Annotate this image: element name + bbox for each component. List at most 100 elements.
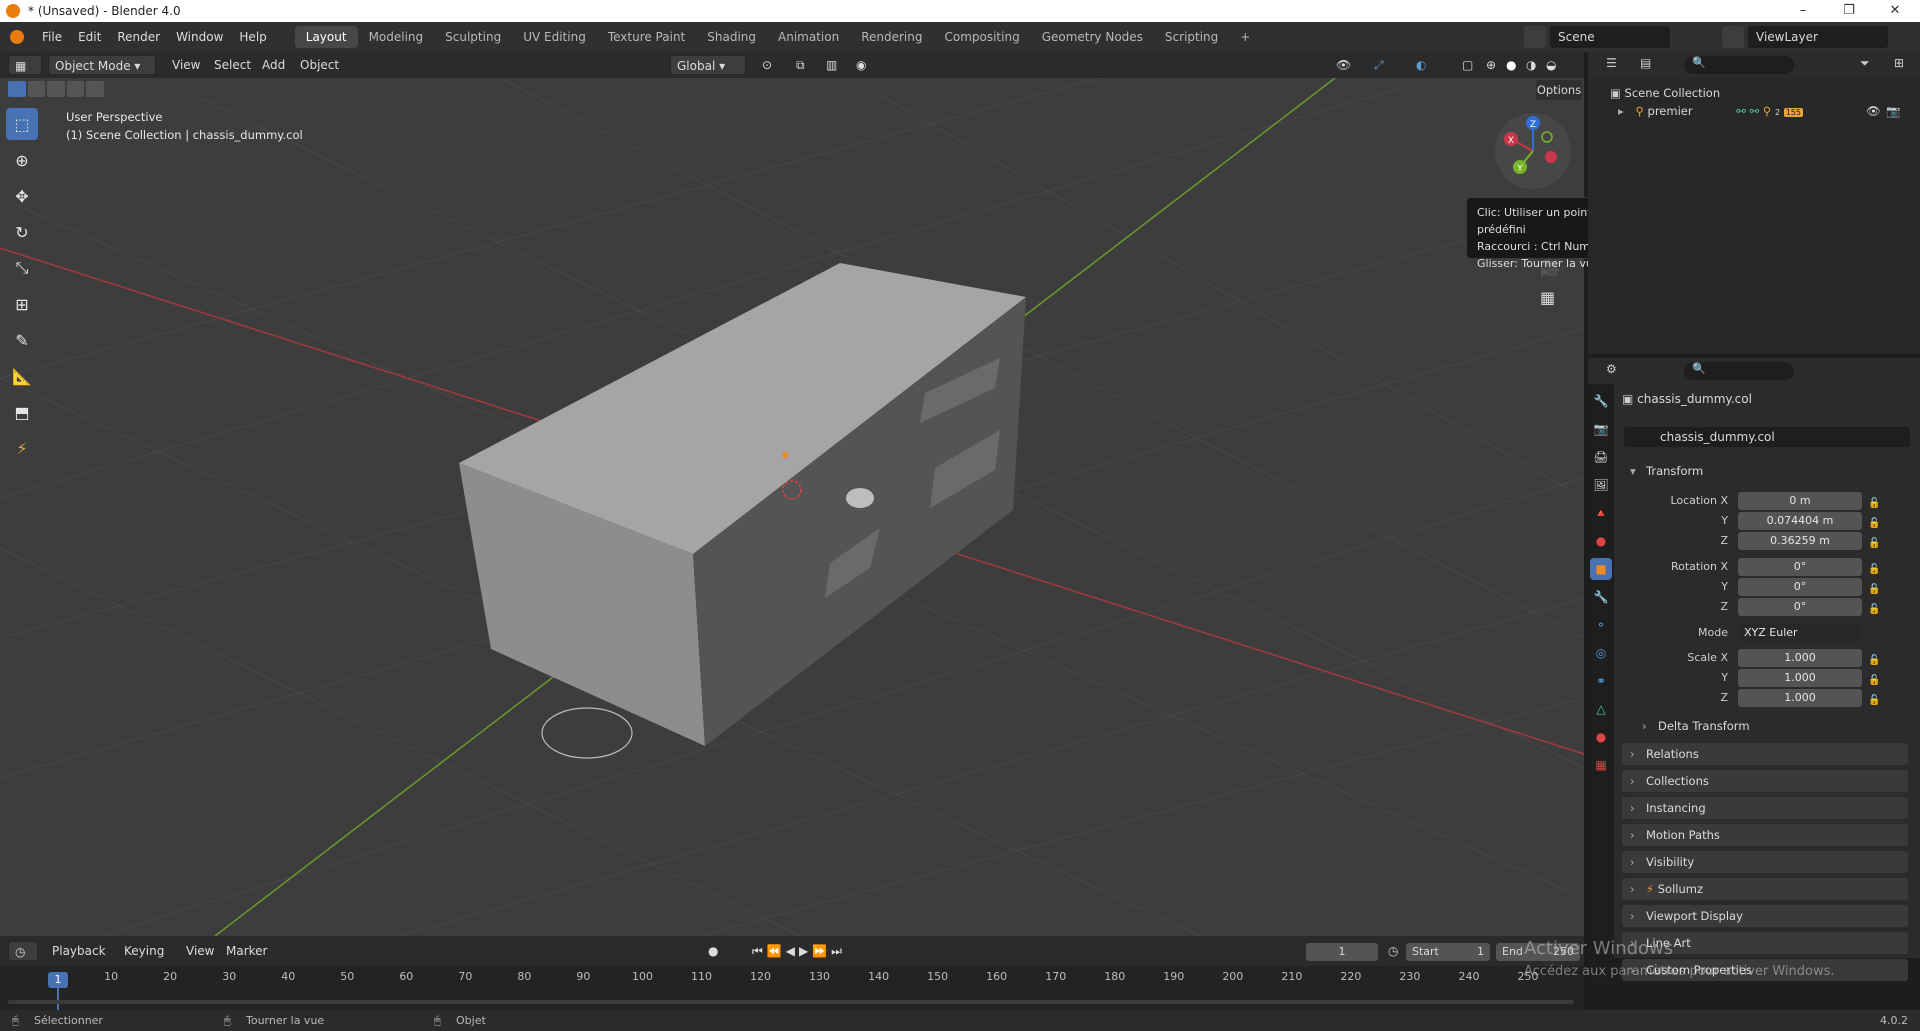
viewlayer-name-field[interactable]: ViewLayer xyxy=(1748,26,1888,48)
timeline-scrollbar[interactable] xyxy=(8,1000,1574,1004)
collections-panel[interactable]: › Collections xyxy=(1622,770,1908,792)
preview-range-icon[interactable]: ◷ xyxy=(1388,944,1398,958)
scale-lock-icons[interactable]: 🔓 🔓 🔓 xyxy=(1868,651,1880,711)
add-workspace-button[interactable]: + xyxy=(1229,26,1261,48)
close-button[interactable]: ✕ xyxy=(1872,0,1918,22)
scale-y-field[interactable]: 1.000 xyxy=(1738,669,1862,687)
render-tab-icon[interactable]: 📷 xyxy=(1590,418,1612,440)
pivot-icon[interactable]: ⊙ xyxy=(756,55,778,75)
cursor-tool-icon[interactable]: ⊕ xyxy=(6,144,38,176)
sollumz-panel[interactable]: › ⚡ Sollumz xyxy=(1622,878,1908,900)
material-tab-icon[interactable]: ● xyxy=(1590,726,1612,748)
playhead[interactable]: 1 xyxy=(48,972,68,988)
scale-tool-icon[interactable]: ⤡ xyxy=(6,252,38,284)
select-box-tool-icon[interactable]: ⬚ xyxy=(6,108,38,140)
menu-edit[interactable]: Edit xyxy=(70,22,109,52)
rotation-x-field[interactable]: 0° xyxy=(1738,558,1862,576)
menu-timeline-view[interactable]: View xyxy=(180,941,220,961)
tab-compositing[interactable]: Compositing xyxy=(933,26,1030,48)
scene-selector-icon[interactable] xyxy=(1524,26,1546,48)
filter-icon[interactable]: ⏷ xyxy=(1860,56,1870,71)
start-frame-field[interactable]: Start 1 xyxy=(1406,943,1490,961)
xray-icon[interactable]: ▢ xyxy=(1456,55,1479,75)
location-y-field[interactable]: 0.074404 m xyxy=(1738,512,1862,530)
rotation-y-field[interactable]: 0° xyxy=(1738,578,1862,596)
location-z-field[interactable]: 0.36259 m xyxy=(1738,532,1862,550)
scale-z-field[interactable]: 1.000 xyxy=(1738,689,1862,707)
snap-target-icon[interactable]: ▥ xyxy=(820,55,843,75)
rotate-tool-icon[interactable]: ↻ xyxy=(6,216,38,248)
visibility-panel[interactable]: › Visibility xyxy=(1622,851,1908,873)
navigation-gizmo[interactable]: Z X Y xyxy=(1493,111,1573,191)
tab-rendering[interactable]: Rendering xyxy=(850,26,933,48)
menu-render[interactable]: Render xyxy=(109,22,168,52)
scene-collection-row[interactable]: ▣ Scene Collection xyxy=(1610,86,1720,100)
render-camera-icon[interactable]: 📷 xyxy=(1886,104,1900,118)
sollumz-tool-icon[interactable]: ⚡ xyxy=(6,432,38,464)
menu-select[interactable]: Select xyxy=(208,55,257,75)
minimize-button[interactable]: – xyxy=(1780,0,1826,22)
menu-playback[interactable]: Playback xyxy=(46,941,112,961)
data-tab-icon[interactable]: △ xyxy=(1590,698,1612,720)
rotation-z-field[interactable]: 0° xyxy=(1738,598,1862,616)
tool-tab-icon[interactable]: 🔧 xyxy=(1590,390,1612,412)
blender-menu-icon[interactable] xyxy=(10,30,24,44)
tab-sculpting[interactable]: Sculpting xyxy=(434,26,512,48)
gizmo-toggle-icon[interactable]: ⤢ xyxy=(1368,55,1390,75)
physics-tab-icon[interactable]: ◎ xyxy=(1590,642,1612,664)
object-tab-icon[interactable]: ■ xyxy=(1590,558,1612,580)
snap-icon[interactable]: ⧉ xyxy=(790,55,811,75)
select-intersect-icon[interactable] xyxy=(86,81,104,97)
maximize-button[interactable]: ❐ xyxy=(1826,0,1872,22)
location-x-field[interactable]: 0 m xyxy=(1738,492,1862,510)
transform-tool-icon[interactable]: ⊞ xyxy=(6,288,38,320)
select-invert-icon[interactable] xyxy=(66,81,85,97)
select-extend-icon[interactable] xyxy=(27,81,46,97)
lock-icons[interactable]: 🔓 🔓 🔓 xyxy=(1868,494,1880,554)
rotation-mode-dropdown[interactable]: XYZ Euler xyxy=(1738,624,1862,642)
particles-tab-icon[interactable]: ⚬ xyxy=(1590,614,1612,636)
motion-paths-panel[interactable]: › Motion Paths xyxy=(1622,824,1908,846)
proportional-edit-icon[interactable]: ◉ xyxy=(850,55,872,75)
menu-marker[interactable]: Marker xyxy=(220,941,273,961)
current-frame-field[interactable]: 1 xyxy=(1306,943,1378,961)
menu-help[interactable]: Help xyxy=(231,22,274,52)
transform-panel-header[interactable]: ▾ Transform xyxy=(1622,460,1908,482)
record-icon[interactable]: ● xyxy=(702,941,724,961)
perspective-toggle-icon[interactable]: ▦ xyxy=(1540,288,1555,307)
scene-name-field[interactable]: Scene xyxy=(1550,26,1670,48)
modifier-tab-icon[interactable]: 🔧 xyxy=(1590,586,1612,608)
viewlayer-icon[interactable] xyxy=(1722,26,1744,48)
tab-scripting[interactable]: Scripting xyxy=(1154,26,1229,48)
measure-tool-icon[interactable]: 📐 xyxy=(6,360,38,392)
world-tab-icon[interactable]: ● xyxy=(1590,530,1612,552)
menu-window[interactable]: Window xyxy=(168,22,231,52)
tab-animation[interactable]: Animation xyxy=(767,26,850,48)
menu-add[interactable]: Add xyxy=(256,55,291,75)
outliner-item-premier[interactable]: ▸ ⚲ premier ⚯ ⚯ ⚲ 2 155 👁 📷 xyxy=(1618,104,1918,118)
display-mode-icon[interactable]: ▤ xyxy=(1640,56,1651,70)
3d-viewport[interactable]: Z X Y 🎥 ▦ Options User Perspective (1) S… xyxy=(0,78,1584,936)
outliner-editor-icon[interactable]: ☰ xyxy=(1606,56,1617,70)
properties-editor-icon[interactable]: ⚙ xyxy=(1606,362,1617,376)
delta-transform-panel[interactable]: › Delta Transform xyxy=(1634,715,1908,737)
tab-uv-editing[interactable]: UV Editing xyxy=(512,26,597,48)
outliner-search-field[interactable]: 🔍 xyxy=(1684,56,1794,74)
object-datablock-field[interactable]: chassis_dummy.col xyxy=(1624,427,1910,447)
menu-view[interactable]: View xyxy=(166,55,206,75)
instancing-panel[interactable]: › Instancing xyxy=(1622,797,1908,819)
playback-controls-icon[interactable]: ⏮⏪◀▶⏩⏭ xyxy=(746,941,852,961)
properties-search-field[interactable]: 🔍 xyxy=(1684,362,1794,380)
select-subtract-icon[interactable] xyxy=(47,81,65,97)
editor-type-icon[interactable]: ▦ xyxy=(8,55,42,75)
tab-geometry-nodes[interactable]: Geometry Nodes xyxy=(1031,26,1154,48)
rendered-shading-icon[interactable]: ◒ xyxy=(1540,55,1562,75)
wireframe-shading-icon[interactable]: ⊕ xyxy=(1480,55,1502,75)
new-collection-icon[interactable]: ⊞ xyxy=(1894,56,1904,70)
expand-arrow-icon[interactable]: ▸ xyxy=(1618,104,1624,118)
overlay-toggle-icon[interactable]: ◐ xyxy=(1410,55,1432,75)
select-new-icon[interactable] xyxy=(8,81,26,97)
visibility-icon[interactable]: 👁 xyxy=(1330,55,1357,75)
add-cube-tool-icon[interactable]: ⬒ xyxy=(6,396,38,428)
mode-dropdown[interactable]: Object Mode ▾ xyxy=(48,55,156,75)
